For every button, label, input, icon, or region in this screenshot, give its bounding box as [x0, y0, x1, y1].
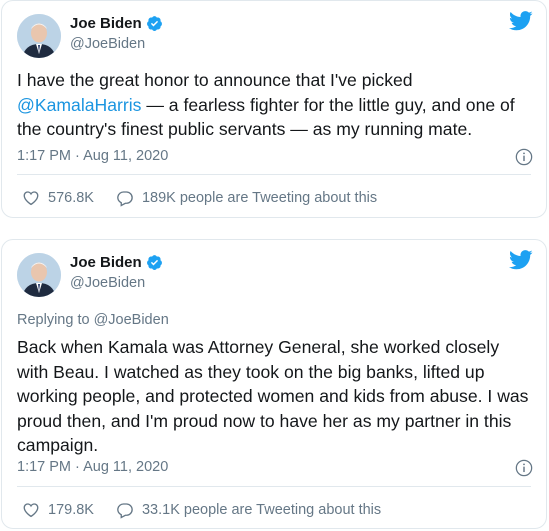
avatar[interactable] — [17, 253, 61, 297]
timestamp[interactable]: 1:17 PM · Aug 11, 2020 — [17, 459, 168, 475]
author-name[interactable]: Joe Biden — [70, 15, 142, 32]
author-handle[interactable]: @JoeBiden — [70, 36, 145, 52]
author-name[interactable]: Joe Biden — [70, 254, 142, 271]
twitter-bird-icon[interactable] — [509, 11, 533, 31]
author-handle[interactable]: @JoeBiden — [70, 275, 145, 291]
tweet-text: I have the great honor to announce that … — [17, 68, 534, 142]
tweet-card[interactable]: Joe Biden @JoeBiden I have the great hon… — [1, 0, 547, 218]
like-count: 179.8K — [48, 502, 94, 518]
comment-bubble-icon — [117, 191, 133, 207]
tweet-text: Back when Kamala was Attorney General, s… — [17, 337, 529, 455]
replying-to[interactable]: Replying to @JoeBiden — [17, 312, 169, 328]
tweet-actions: 179.8K 33.1K people are Tweeting about t… — [22, 501, 381, 519]
heart-icon — [23, 191, 39, 206]
timestamp[interactable]: 1:17 PM · Aug 11, 2020 — [17, 148, 168, 164]
mention-link[interactable]: @KamalaHarris — [17, 95, 141, 115]
conversation-link[interactable]: 189K people are Tweeting about this — [116, 189, 377, 207]
tweet-card[interactable]: Joe Biden @JoeBiden Replying to @JoeBide… — [1, 239, 547, 529]
conversation-text: 189K people are Tweeting about this — [141, 190, 378, 206]
comment-bubble-icon — [117, 503, 133, 519]
like-button[interactable]: 179.8K — [22, 501, 94, 519]
tweet-text-part: I have the great honor to announce that … — [17, 70, 413, 90]
divider — [17, 486, 531, 487]
verified-badge-icon — [146, 16, 162, 31]
divider — [17, 174, 531, 175]
twitter-bird-icon[interactable] — [509, 250, 533, 270]
conversation-link[interactable]: 33.1K people are Tweeting about this — [116, 501, 381, 519]
like-button[interactable]: 576.8K — [22, 189, 94, 207]
heart-icon — [23, 503, 39, 518]
like-count: 576.8K — [48, 190, 94, 206]
info-icon[interactable] — [515, 148, 533, 166]
tweet-actions: 576.8K 189K people are Tweeting about th… — [22, 189, 377, 207]
conversation-text: 33.1K people are Tweeting about this — [141, 502, 382, 518]
info-icon[interactable] — [515, 459, 533, 477]
verified-badge-icon — [146, 255, 162, 270]
avatar[interactable] — [17, 14, 61, 58]
